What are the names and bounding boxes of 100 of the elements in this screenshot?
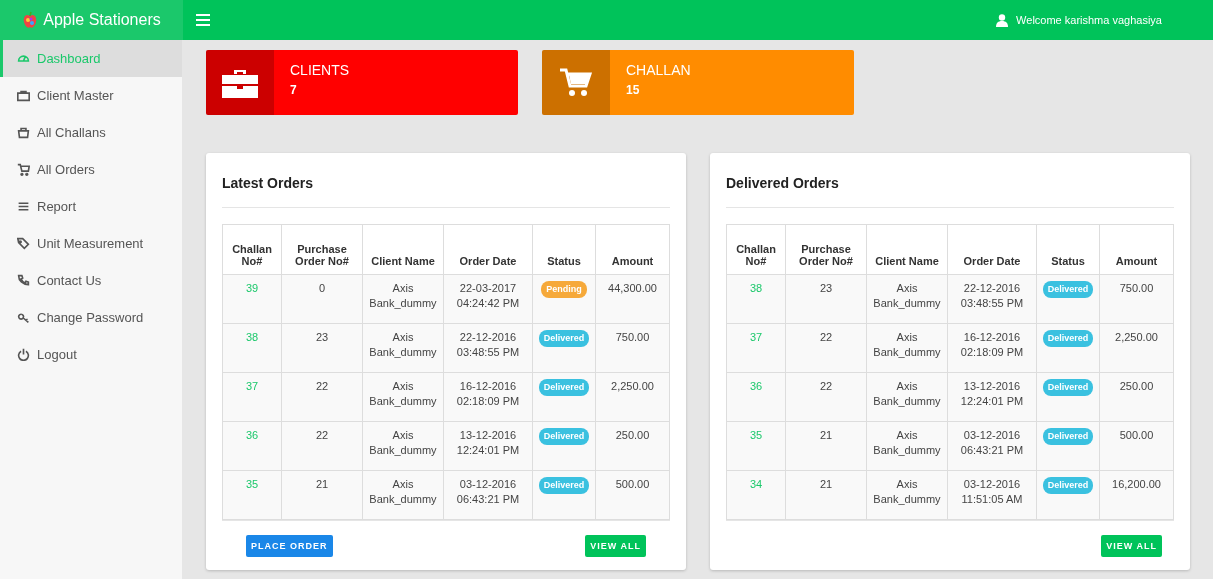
- status-badge: Pending: [541, 281, 587, 298]
- challan-link[interactable]: 36: [245, 429, 259, 441]
- table-cell: Axis Bank_dummy: [866, 274, 948, 324]
- panel-title: Delivered Orders: [726, 153, 1174, 208]
- table-cell: 16-12-2016 02:18:09 PM: [947, 323, 1037, 373]
- table-cell: 13-12-2016 12:24:01 PM: [443, 421, 533, 471]
- cart-icon: [17, 163, 30, 176]
- table-cell: 16-12-2016 02:18:09 PM: [443, 372, 533, 422]
- power-icon: [17, 348, 30, 361]
- table-cell: 21: [281, 470, 363, 520]
- table-cell: 44,300.00: [595, 274, 670, 324]
- table-cell: Axis Bank_dummy: [362, 470, 444, 520]
- table-cell: 250.00: [1099, 372, 1174, 422]
- table-cell: Axis Bank_dummy: [866, 470, 948, 520]
- sidebar-item[interactable]: Report: [0, 188, 182, 225]
- table-cell: 23: [281, 323, 363, 373]
- brand-name[interactable]: Apple Stationers: [43, 11, 161, 29]
- status-badge: Delivered: [538, 477, 590, 494]
- phone-icon: [17, 274, 30, 287]
- sidebar-item[interactable]: Logout: [0, 336, 182, 373]
- column-header: Client Name: [866, 224, 948, 275]
- table-cell: 500.00: [595, 470, 670, 520]
- sidebar-item[interactable]: Contact Us: [0, 262, 182, 299]
- cart-icon: [560, 67, 592, 98]
- challan-link[interactable]: 35: [749, 429, 763, 441]
- tags-icon: [17, 237, 30, 250]
- table-cell: Axis Bank_dummy: [362, 323, 444, 373]
- table-cell: 13-12-2016 12:24:01 PM: [947, 372, 1037, 422]
- status-badge: Delivered: [1042, 379, 1094, 396]
- status-badge: Delivered: [1042, 281, 1094, 298]
- status-badge: Delivered: [1042, 477, 1094, 494]
- sidebar-item[interactable]: All Challans: [0, 114, 182, 151]
- table-cell: 21: [785, 470, 867, 520]
- column-header: Challan No#: [222, 224, 282, 275]
- table-cell: 03-12-2016 06:43:21 PM: [443, 470, 533, 520]
- column-header: Order Date: [443, 224, 533, 275]
- table-cell: Axis Bank_dummy: [866, 323, 948, 373]
- sidebar-item[interactable]: Change Password: [0, 299, 182, 336]
- challan-link[interactable]: 34: [749, 478, 763, 490]
- table-cell: Axis Bank_dummy: [866, 372, 948, 422]
- challan-link[interactable]: 38: [245, 331, 259, 343]
- welcome-text[interactable]: Welcome karishma vaghasiya: [1016, 14, 1162, 26]
- column-header: Challan No#: [726, 224, 786, 275]
- table-cell: 03-12-2016 06:43:21 PM: [947, 421, 1037, 471]
- challan-link[interactable]: 36: [749, 380, 763, 392]
- challan-link[interactable]: 35: [245, 478, 259, 490]
- bag-icon: [17, 126, 30, 139]
- table-cell: 22: [785, 323, 867, 373]
- challan-link[interactable]: 39: [245, 282, 259, 294]
- stat-title: CLIENTS: [290, 62, 350, 78]
- dashboard-icon: [17, 52, 30, 65]
- table-cell: Axis Bank_dummy: [362, 421, 444, 471]
- stat-value: 15: [626, 83, 641, 97]
- table-cell: 22: [785, 372, 867, 422]
- column-header: Purchase Order No#: [281, 224, 363, 275]
- sidebar-item[interactable]: Unit Measurement: [0, 225, 182, 262]
- user-icon: [996, 13, 1009, 27]
- table-cell: Axis Bank_dummy: [866, 421, 948, 471]
- column-header: Order Date: [947, 224, 1037, 275]
- status-badge: Delivered: [538, 428, 590, 445]
- column-header: Amount: [1099, 224, 1174, 275]
- sidebar-item[interactable]: Dashboard: [0, 40, 182, 77]
- status-badge: Delivered: [538, 330, 590, 347]
- table-cell: 22-12-2016 03:48:55 PM: [947, 274, 1037, 324]
- table-cell: 22-12-2016 03:48:55 PM: [443, 323, 533, 373]
- table-cell: 0: [281, 274, 363, 324]
- sidebar-item[interactable]: Client Master: [0, 77, 182, 114]
- status-badge: Delivered: [1042, 428, 1094, 445]
- challan-link[interactable]: 37: [749, 331, 763, 343]
- column-header: Amount: [595, 224, 670, 275]
- table-cell: 22: [281, 372, 363, 422]
- table-cell: 21: [785, 421, 867, 471]
- apple-logo-icon: [22, 11, 39, 29]
- table-cell: 16,200.00: [1099, 470, 1174, 520]
- status-badge: Delivered: [1042, 330, 1094, 347]
- column-header: Client Name: [362, 224, 444, 275]
- status-badge: Delivered: [538, 379, 590, 396]
- table-cell: 2,250.00: [595, 372, 670, 422]
- table-cell: Axis Bank_dummy: [362, 372, 444, 422]
- stat-value: 7: [290, 83, 298, 97]
- action-button[interactable]: VIEW ALL: [1101, 534, 1162, 557]
- table-cell: 750.00: [1099, 274, 1174, 324]
- action-button[interactable]: PLACE ORDER: [246, 534, 333, 557]
- sidebar-item[interactable]: All Orders: [0, 151, 182, 188]
- table-cell: 03-12-2016 11:51:05 AM: [947, 470, 1037, 520]
- briefcase-icon: [222, 67, 258, 98]
- action-button[interactable]: VIEW ALL: [585, 534, 646, 557]
- column-header: Status: [532, 224, 596, 275]
- column-header: Status: [1036, 224, 1100, 275]
- table-cell: Axis Bank_dummy: [362, 274, 444, 324]
- table-cell: 23: [785, 274, 867, 324]
- challan-link[interactable]: 38: [749, 282, 763, 294]
- menu-icon[interactable]: [196, 14, 210, 26]
- table-cell: 750.00: [595, 323, 670, 373]
- stat-title: CHALLAN: [626, 62, 691, 78]
- table-cell: 500.00: [1099, 421, 1174, 471]
- table-cell: 22: [281, 421, 363, 471]
- table-cell: 2,250.00: [1099, 323, 1174, 373]
- column-header: Purchase Order No#: [785, 224, 867, 275]
- challan-link[interactable]: 37: [245, 380, 259, 392]
